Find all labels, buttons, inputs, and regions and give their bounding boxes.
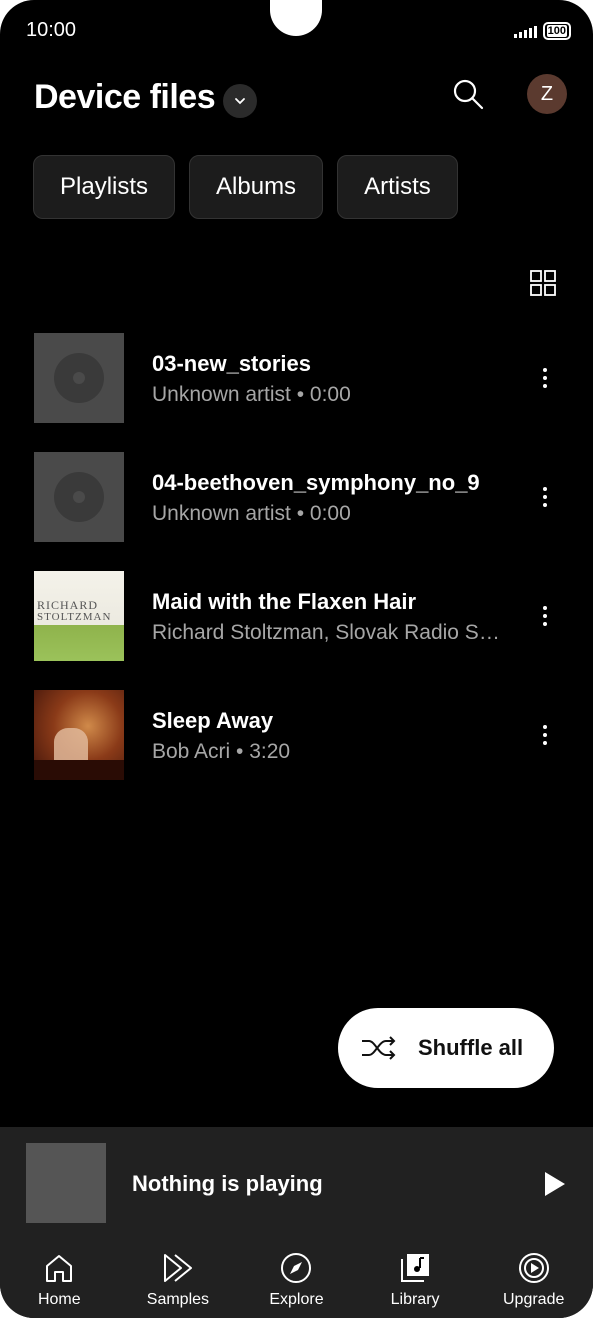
grid-view-icon	[530, 270, 556, 296]
camera-notch	[270, 0, 322, 36]
page-title: Device files	[34, 78, 216, 116]
filter-chips: Playlists Albums Artists	[33, 155, 458, 219]
track-subtitle: Unknown artist • 0:00	[152, 502, 351, 525]
track-title: Sleep Away	[152, 708, 274, 733]
nav-label: Explore	[269, 1291, 324, 1308]
search-button[interactable]	[450, 76, 486, 112]
chip-albums[interactable]: Albums	[189, 155, 324, 219]
upgrade-icon	[518, 1253, 549, 1283]
nav-home[interactable]: Home	[0, 1241, 119, 1318]
nav-label: Library	[390, 1291, 440, 1308]
home-icon	[46, 1255, 73, 1282]
phone-screen: 10:00 100 Device files Z Playlists Album…	[0, 0, 593, 1318]
track-title: Maid with the Flaxen Hair	[152, 589, 417, 614]
avatar-initial: Z	[540, 82, 554, 105]
signal-icon	[513, 24, 537, 38]
more-vert-icon[interactable]	[532, 601, 558, 631]
chevron-down-icon	[235, 98, 245, 105]
nav-samples[interactable]: Samples	[119, 1241, 238, 1318]
bottom-nav: Home Samples Explore Library Upgrade	[0, 1241, 593, 1318]
nav-explore[interactable]: Explore	[237, 1241, 356, 1318]
nav-label: Samples	[146, 1291, 210, 1308]
samples-icon	[163, 1254, 192, 1282]
mini-player-status: Nothing is playing	[132, 1171, 323, 1196]
battery-level: 100	[546, 25, 567, 37]
more-vert-icon[interactable]	[532, 363, 558, 393]
nav-label: Upgrade	[502, 1291, 565, 1308]
mini-player[interactable]: Nothing is playing	[0, 1127, 593, 1241]
track-list: 03-new_stories Unknown artist • 0:00 04-…	[0, 333, 593, 809]
track-subtitle: Richard Stoltzman, Slovak Radio Symphony…	[152, 621, 507, 644]
shuffle-all-button[interactable]: Shuffle all	[338, 1008, 554, 1088]
track-subtitle: Unknown artist • 0:00	[152, 383, 351, 406]
status-time: 10:00	[26, 19, 77, 41]
play-icon[interactable]	[543, 1171, 567, 1197]
track-row[interactable]: 04-beethoven_symphony_no_9 Unknown artis…	[0, 452, 593, 571]
nav-label: Home	[37, 1291, 81, 1308]
grid-view-button[interactable]	[528, 268, 558, 298]
track-thumbnail	[34, 333, 124, 423]
account-avatar[interactable]: Z	[527, 74, 567, 114]
source-dropdown-button[interactable]	[223, 84, 257, 118]
track-title: 03-new_stories	[152, 351, 311, 376]
status-indicators: 100	[513, 22, 571, 40]
shuffle-icon	[362, 1036, 396, 1060]
battery-icon: 100	[542, 22, 571, 40]
track-thumbnail	[34, 452, 124, 542]
mini-player-artwork	[26, 1143, 106, 1223]
track-title: 04-beethoven_symphony_no_9	[152, 470, 480, 495]
album-cover	[34, 690, 124, 780]
music-disc-icon	[54, 353, 104, 403]
nav-upgrade[interactable]: Upgrade	[474, 1241, 593, 1318]
chip-playlists[interactable]: Playlists	[33, 155, 176, 219]
track-subtitle: Bob Acri • 3:20	[152, 740, 291, 763]
cover-text: STOLTZMAN	[37, 611, 112, 623]
music-disc-icon	[54, 472, 104, 522]
more-vert-icon[interactable]	[532, 482, 558, 512]
album-cover: RICHARD STOLTZMAN	[34, 571, 124, 661]
shuffle-all-label: Shuffle all	[418, 1035, 524, 1060]
track-row[interactable]: 03-new_stories Unknown artist • 0:00	[0, 333, 593, 452]
more-vert-icon[interactable]	[532, 720, 558, 750]
chip-artists[interactable]: Artists	[337, 155, 458, 219]
nav-library[interactable]: Library	[356, 1241, 475, 1318]
track-row[interactable]: Sleep Away Bob Acri • 3:20	[0, 690, 593, 809]
explore-icon	[281, 1253, 312, 1283]
search-icon	[453, 79, 484, 110]
track-row[interactable]: RICHARD STOLTZMAN Maid with the Flaxen H…	[0, 571, 593, 690]
library-icon	[401, 1254, 430, 1282]
